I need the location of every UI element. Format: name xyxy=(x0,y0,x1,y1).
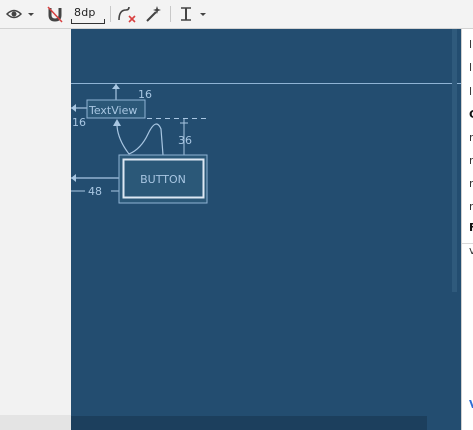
textview-left-constraint xyxy=(71,104,87,112)
toolbar-separator xyxy=(110,6,111,22)
layout-editor-toolbar: 8dp xyxy=(0,0,473,29)
attribute-row[interactable]: l xyxy=(469,61,472,74)
eye-icon[interactable] xyxy=(6,4,22,24)
attribute-row[interactable]: r xyxy=(469,131,473,144)
attributes-panel: l l l C r r r r F v V xyxy=(461,29,473,430)
vertical-scrollbar-thumb[interactable] xyxy=(452,29,457,292)
canvas-gutter xyxy=(0,29,71,430)
attribute-divider xyxy=(462,243,473,244)
chevron-down-icon[interactable] xyxy=(199,4,207,24)
textview-top-constraint xyxy=(112,84,120,100)
canvas-bottom-area xyxy=(427,416,461,430)
horizontal-scrollbar-thumb[interactable] xyxy=(71,416,427,430)
default-margin-label[interactable]: 8dp xyxy=(74,6,96,19)
button-left-margin-label: 48 xyxy=(88,185,102,198)
textview-top-margin-label: 16 xyxy=(138,88,152,101)
guidelines-icon[interactable] xyxy=(179,4,193,24)
button-top-margin-label: 36 xyxy=(178,134,192,147)
textview-label: TextView xyxy=(88,104,137,117)
attribute-row[interactable]: r xyxy=(469,154,473,167)
magnet-icon[interactable] xyxy=(46,4,64,24)
clear-constraints-icon[interactable] xyxy=(117,4,137,24)
attribute-row[interactable]: l xyxy=(469,85,472,98)
horizontal-scrollbar-track xyxy=(0,415,71,430)
attribute-section-header[interactable]: F xyxy=(469,221,473,234)
button-to-textview-constraint xyxy=(116,120,164,156)
toolbar-separator xyxy=(170,6,171,22)
attribute-row[interactable]: v xyxy=(469,244,473,257)
blueprint-canvas[interactable]: 16 16 TextView 36 48 BUTTON xyxy=(71,29,461,416)
default-margin-underline xyxy=(71,19,105,24)
view-all-attributes-link[interactable]: V xyxy=(469,398,473,411)
attribute-row[interactable]: l xyxy=(469,38,472,51)
infer-constraints-icon[interactable] xyxy=(144,4,162,24)
dropdown-arrow-icon[interactable] xyxy=(27,4,35,24)
button-label: BUTTON xyxy=(140,173,186,186)
textview-left-margin-label: 16 xyxy=(72,116,86,129)
attribute-row[interactable]: r xyxy=(469,177,473,190)
attribute-row[interactable]: r xyxy=(469,200,473,213)
attribute-section-header[interactable]: C xyxy=(469,108,473,121)
